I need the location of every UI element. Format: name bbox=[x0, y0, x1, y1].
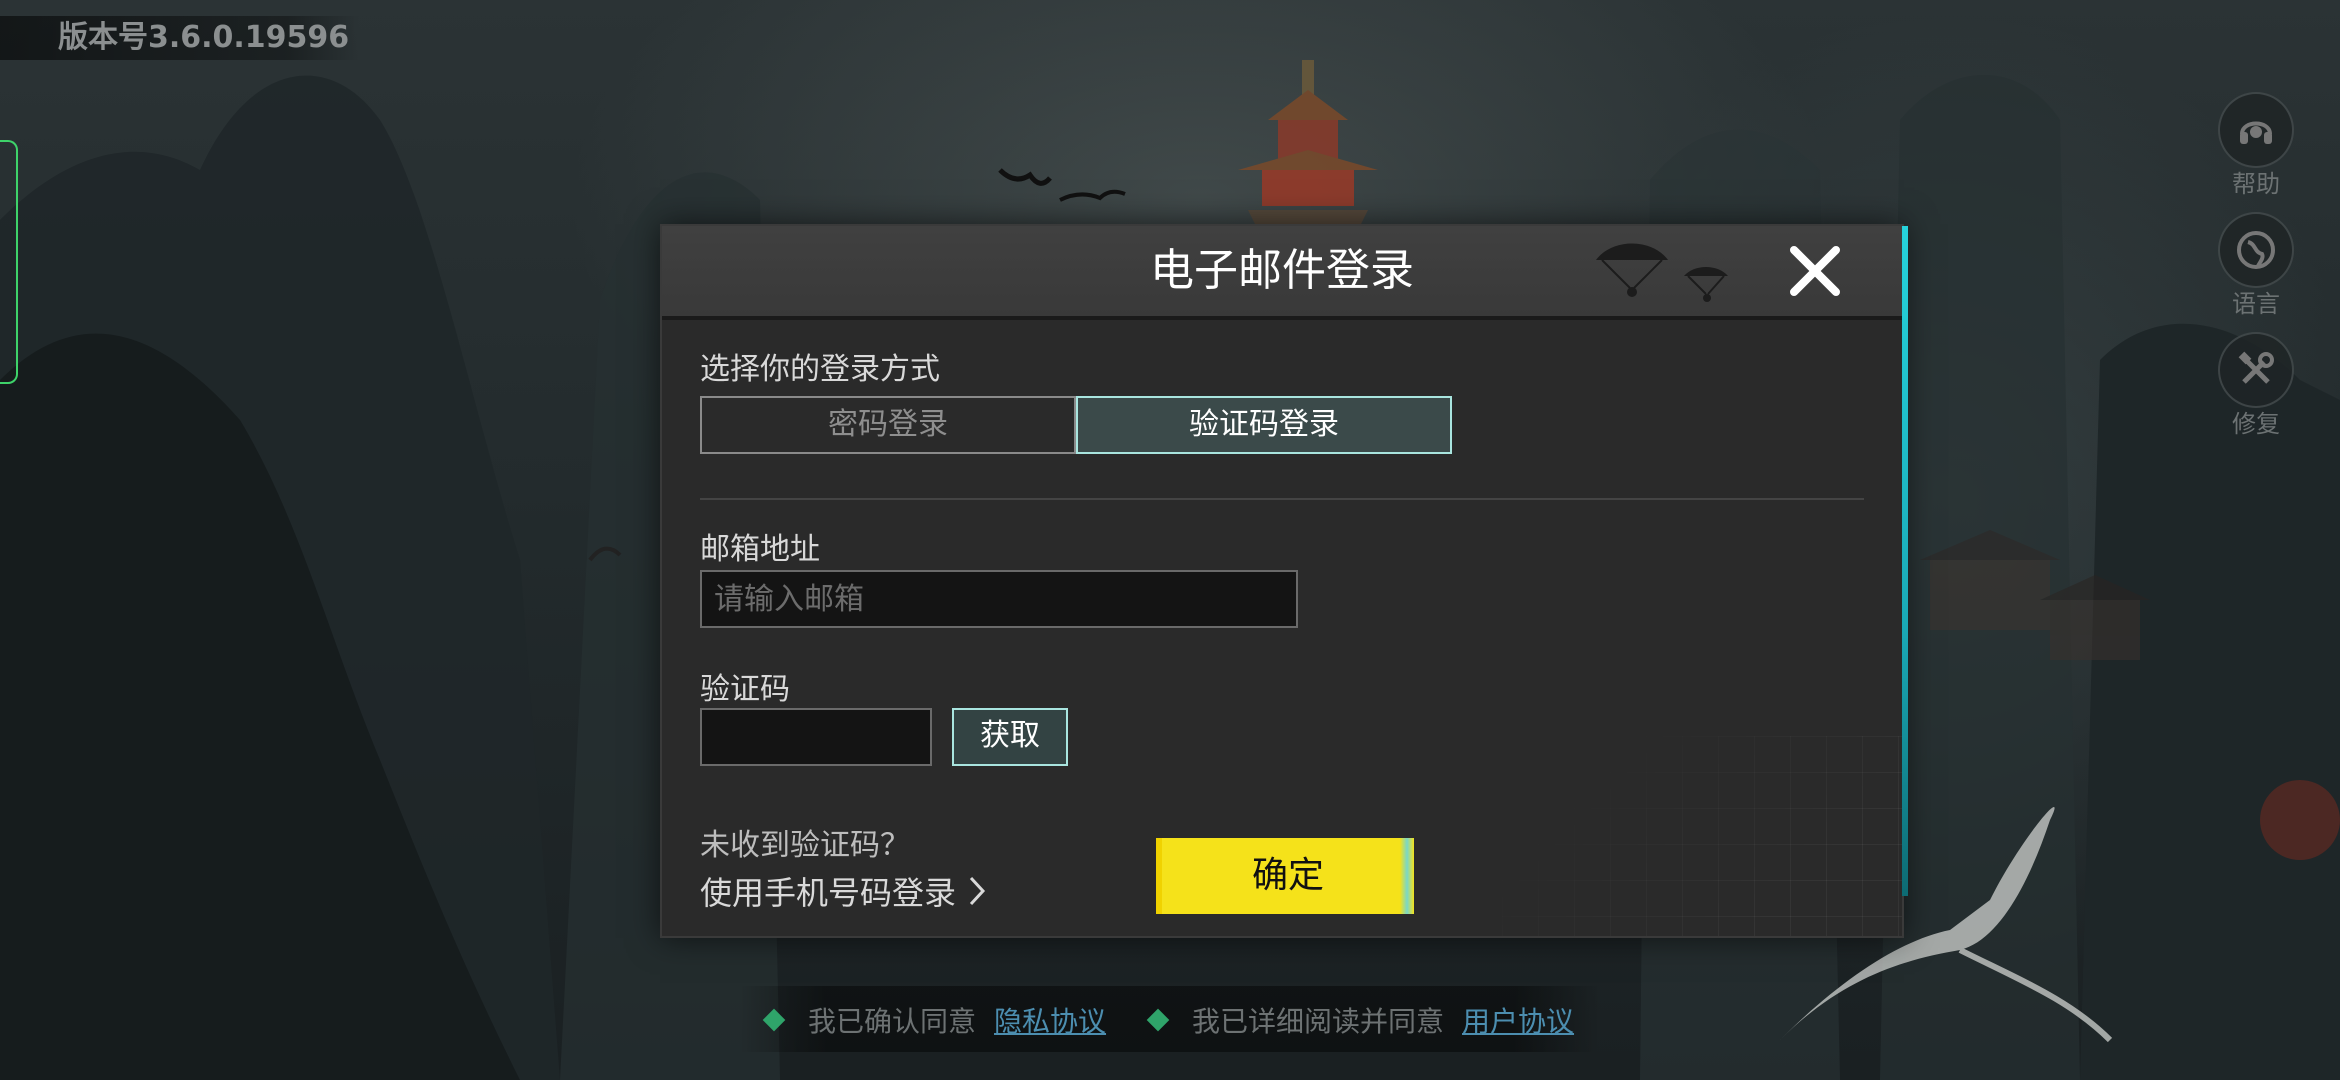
tab-code-login[interactable]: 验证码登录 bbox=[1076, 396, 1452, 454]
phone-login-link[interactable]: 使用手机号码登录 bbox=[700, 868, 986, 914]
version-label: 版本号3.6.0.19596 bbox=[0, 16, 360, 60]
privacy-checkbox[interactable] bbox=[762, 1008, 786, 1032]
help-button[interactable]: 帮助 bbox=[2216, 92, 2296, 198]
confirm-button[interactable]: 确定 bbox=[1156, 838, 1414, 914]
left-edge-tab[interactable] bbox=[0, 140, 18, 384]
privacy-agreement: 我已确认同意 隐私协议 bbox=[762, 1000, 1106, 1040]
login-method-label: 选择你的登录方式 bbox=[700, 352, 940, 387]
chevron-right-icon bbox=[969, 876, 986, 906]
get-code-button[interactable]: 获取 bbox=[952, 708, 1068, 766]
globe-icon bbox=[2218, 212, 2294, 288]
not-received-text: 未收到验证码？ bbox=[700, 828, 910, 863]
close-icon bbox=[1790, 246, 1840, 296]
code-label: 验证码 bbox=[700, 672, 790, 707]
language-label: 语言 bbox=[2232, 290, 2280, 318]
confirm-label: 确定 bbox=[1251, 855, 1324, 896]
user-agreement: 我已详细阅读并同意 用户协议 bbox=[1146, 1000, 1574, 1040]
headset-icon bbox=[2218, 92, 2294, 168]
language-button[interactable]: 语言 bbox=[2216, 212, 2296, 318]
repair-label: 修复 bbox=[2232, 410, 2280, 438]
dialog-header: 电子邮件登录 bbox=[662, 226, 1902, 320]
login-method-tabs: 密码登录 验证码登录 bbox=[700, 396, 1452, 454]
email-login-dialog: 电子邮件登录 选择你的登录方式 密码登录 验证码登录 邮箱地址 验证码 获取 未… bbox=[660, 224, 1908, 938]
privacy-agreement-text: 我已确认同意 bbox=[808, 1005, 977, 1038]
tools-icon bbox=[2218, 332, 2294, 408]
email-label: 邮箱地址 bbox=[700, 532, 820, 567]
section-divider bbox=[700, 498, 1864, 500]
dialog-title: 电子邮件登录 bbox=[1150, 245, 1414, 296]
user-agreement-link[interactable]: 用户协议 bbox=[1462, 1000, 1574, 1040]
user-agreement-text: 我已详细阅读并同意 bbox=[1192, 1005, 1445, 1038]
grid-decoration bbox=[1502, 736, 1902, 936]
close-button[interactable] bbox=[1784, 240, 1846, 302]
confirm-edge-deco bbox=[1400, 838, 1414, 914]
privacy-policy-link[interactable]: 隐私协议 bbox=[994, 1000, 1106, 1040]
phone-login-label: 使用手机号码登录 bbox=[700, 874, 957, 912]
user-agreement-checkbox[interactable] bbox=[1146, 1008, 1170, 1032]
tab-password-login[interactable]: 密码登录 bbox=[700, 396, 1076, 454]
email-input[interactable] bbox=[700, 570, 1298, 628]
repair-button[interactable]: 修复 bbox=[2216, 332, 2296, 438]
dialog-accent-bar bbox=[1902, 226, 1908, 896]
code-input[interactable] bbox=[700, 708, 932, 766]
help-label: 帮助 bbox=[2232, 170, 2280, 198]
